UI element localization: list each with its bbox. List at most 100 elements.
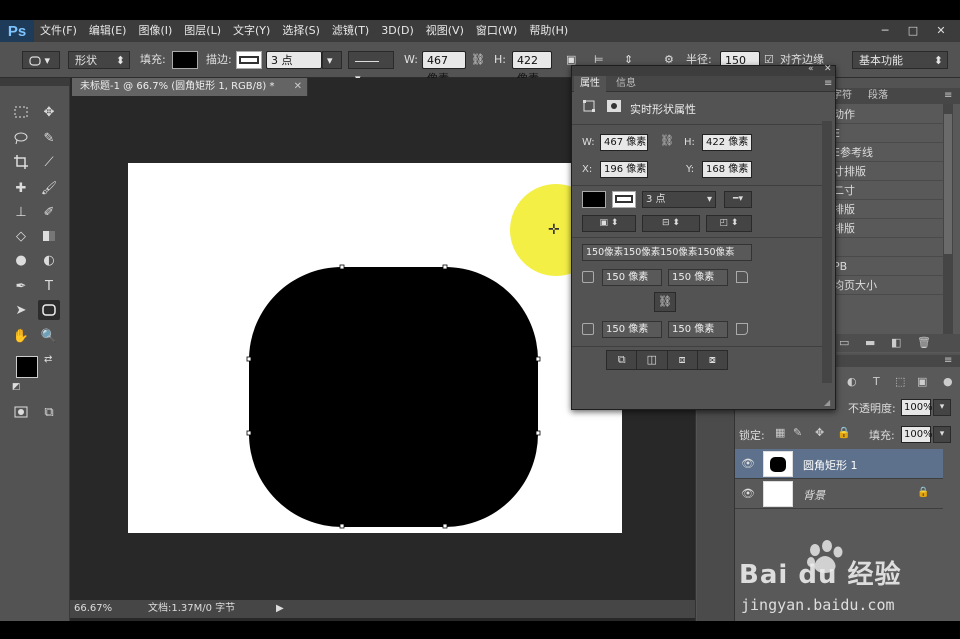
properties-scrollbar[interactable]	[822, 121, 832, 383]
lock-position-icon[interactable]: ✥	[815, 426, 824, 439]
opacity-dropdown[interactable]: ▾	[933, 399, 951, 416]
eyedropper-tool-icon[interactable]: ⟋	[38, 152, 60, 172]
shape-filter-icon[interactable]: ⬚	[895, 375, 905, 388]
rounded-rect-tool-icon[interactable]	[38, 300, 60, 320]
radius-bottom-right-field[interactable]: 150 像素	[668, 321, 728, 338]
adjustment-filter-icon[interactable]: ◐	[847, 375, 857, 388]
collapse-icon[interactable]: «	[808, 64, 814, 74]
gradient-tool-icon[interactable]	[38, 226, 60, 246]
filter-toggle-icon[interactable]: ●	[943, 375, 953, 388]
blur-tool-icon[interactable]: ●	[10, 250, 32, 270]
y-field[interactable]: 168 像素	[702, 161, 752, 178]
menu-filter[interactable]: 滤镜(T)	[326, 20, 375, 42]
menu-view[interactable]: 视图(V)	[420, 20, 470, 42]
shape-mode-select[interactable]: 形状 ⬍	[68, 51, 130, 69]
smart-object-filter-icon[interactable]: ▣	[917, 375, 927, 388]
history-scrollbar-thumb[interactable]	[944, 114, 952, 254]
new-folder-icon[interactable]: ▬	[865, 336, 875, 349]
layer-row[interactable]: 👁 圆角矩形 1	[735, 449, 943, 479]
corner-radii-combined-field[interactable]: 150像素150像素150像素150像素	[582, 244, 752, 261]
fill-swatch[interactable]	[172, 51, 198, 69]
menu-3d[interactable]: 3D(D)	[375, 20, 420, 42]
stroke-align-dropdown[interactable]: ▣ ⬍	[582, 215, 636, 232]
foreground-color-swatch[interactable]	[16, 356, 38, 378]
resize-grip-icon[interactable]: ◢	[824, 398, 830, 407]
close-button[interactable]: ✕	[930, 23, 952, 39]
stroke-swatch[interactable]	[236, 51, 262, 69]
link-icon[interactable]: ⛓	[660, 134, 674, 147]
fill-dropdown[interactable]: ▾	[933, 426, 951, 443]
type-filter-icon[interactable]: T	[873, 375, 880, 388]
stroke-swatch[interactable]	[612, 191, 636, 208]
fill-swatch[interactable]	[582, 191, 606, 208]
lock-all-icon[interactable]: 🔒	[837, 426, 851, 439]
height-field[interactable]: 422 像素	[702, 134, 752, 151]
document-info[interactable]: 文档:1.37M/0 字节	[148, 600, 235, 618]
move-tool-icon[interactable]: ✥	[38, 102, 60, 122]
path-select-tool-icon[interactable]: ➤	[10, 300, 32, 320]
tab-info[interactable]: 信息	[610, 76, 642, 92]
menu-image[interactable]: 图像(I)	[132, 20, 178, 42]
fill-field[interactable]: 100%	[901, 426, 933, 443]
opacity-field[interactable]: 100%	[901, 399, 933, 416]
brush-tool-icon[interactable]: 🖌	[38, 178, 60, 198]
eraser-tool-icon[interactable]: ◇	[10, 226, 32, 246]
mask-properties-icon[interactable]	[606, 99, 622, 116]
panel-menu-icon[interactable]: ≡	[818, 76, 838, 92]
width-field[interactable]: 467 像素	[422, 51, 466, 85]
workspace-select[interactable]: 基本功能 ⬍	[852, 51, 948, 69]
healing-brush-tool-icon[interactable]: ✚	[10, 178, 32, 198]
radius-top-left-field[interactable]: 150 像素	[602, 269, 662, 286]
radius-bottom-left-field[interactable]: 150 像素	[602, 321, 662, 338]
radius-top-right-field[interactable]: 150 像素	[668, 269, 728, 286]
history-scrollbar[interactable]	[943, 104, 953, 334]
menu-window[interactable]: 窗口(W)	[470, 20, 523, 42]
pen-tool-icon[interactable]: ✒	[10, 276, 32, 296]
stroke-type-dropdown[interactable]: ▾	[348, 51, 394, 85]
exclude-shape-icon[interactable]: ⧇	[698, 351, 727, 369]
tab-properties[interactable]: 属性	[574, 76, 606, 92]
menu-help[interactable]: 帮助(H)	[523, 20, 574, 42]
menu-layer[interactable]: 图层(L)	[178, 20, 227, 42]
crop-tool-icon[interactable]	[10, 152, 32, 172]
lock-transparency-icon[interactable]: ▦	[775, 426, 785, 439]
layer-row[interactable]: 👁 背景 🔒	[735, 479, 943, 509]
properties-panel-titlebar[interactable]: « ✕	[572, 64, 835, 76]
height-field[interactable]: 422 像素	[512, 51, 552, 85]
lasso-tool-icon[interactable]	[10, 128, 32, 148]
screen-mode-icon[interactable]: ⧉	[38, 402, 60, 422]
trash-icon[interactable]: 🗑	[917, 336, 931, 349]
zoom-tool-icon[interactable]: 🔍	[38, 326, 60, 346]
hand-tool-icon[interactable]: ✋	[10, 326, 32, 346]
panel-menu-icon[interactable]: ≡	[939, 353, 957, 369]
default-colors-icon[interactable]: ◩	[12, 382, 21, 392]
link-icon[interactable]: ⛓	[471, 51, 485, 69]
zoom-level[interactable]: 66.67%	[74, 600, 112, 618]
lock-pixels-icon[interactable]: ✎	[793, 426, 802, 439]
stroke-width-field[interactable]: 3 点 ▾	[642, 191, 716, 208]
intersect-shape-icon[interactable]: ⧈	[668, 351, 698, 369]
eye-icon[interactable]: 👁	[741, 487, 755, 500]
document-tab[interactable]: 未标题-1 @ 66.7% (圆角矩形 1, RGB/8) * ✕	[72, 78, 308, 96]
eye-icon[interactable]: 👁	[741, 457, 755, 470]
history-brush-tool-icon[interactable]: ✐	[38, 202, 60, 222]
panel-menu-icon[interactable]: ≡	[939, 88, 957, 104]
menu-edit[interactable]: 编辑(E)	[83, 20, 133, 42]
dodge-tool-icon[interactable]: ◐	[38, 250, 60, 270]
type-tool-icon[interactable]: T	[38, 276, 60, 296]
menu-type[interactable]: 文字(Y)	[227, 20, 276, 42]
link-radii-button[interactable]: ⛓	[654, 292, 676, 312]
close-tab-icon[interactable]: ✕	[294, 78, 302, 96]
subtract-shape-icon[interactable]: ◫	[637, 351, 668, 369]
marquee-tool-icon[interactable]	[10, 102, 32, 122]
toolbox-header[interactable]	[0, 78, 69, 86]
width-field[interactable]: 467 像素	[600, 134, 648, 151]
minimize-button[interactable]: ─	[874, 23, 896, 39]
menu-select[interactable]: 选择(S)	[276, 20, 326, 42]
status-menu-arrow-icon[interactable]: ▶	[276, 600, 284, 618]
menu-file[interactable]: 文件(F)	[34, 20, 83, 42]
stroke-corner-dropdown[interactable]: ◰ ⬍	[706, 215, 752, 232]
combine-shapes-icon[interactable]: ⧉	[607, 351, 638, 369]
stroke-type-dropdown[interactable]: ━▾	[724, 191, 752, 208]
maximize-button[interactable]: □	[902, 23, 924, 39]
